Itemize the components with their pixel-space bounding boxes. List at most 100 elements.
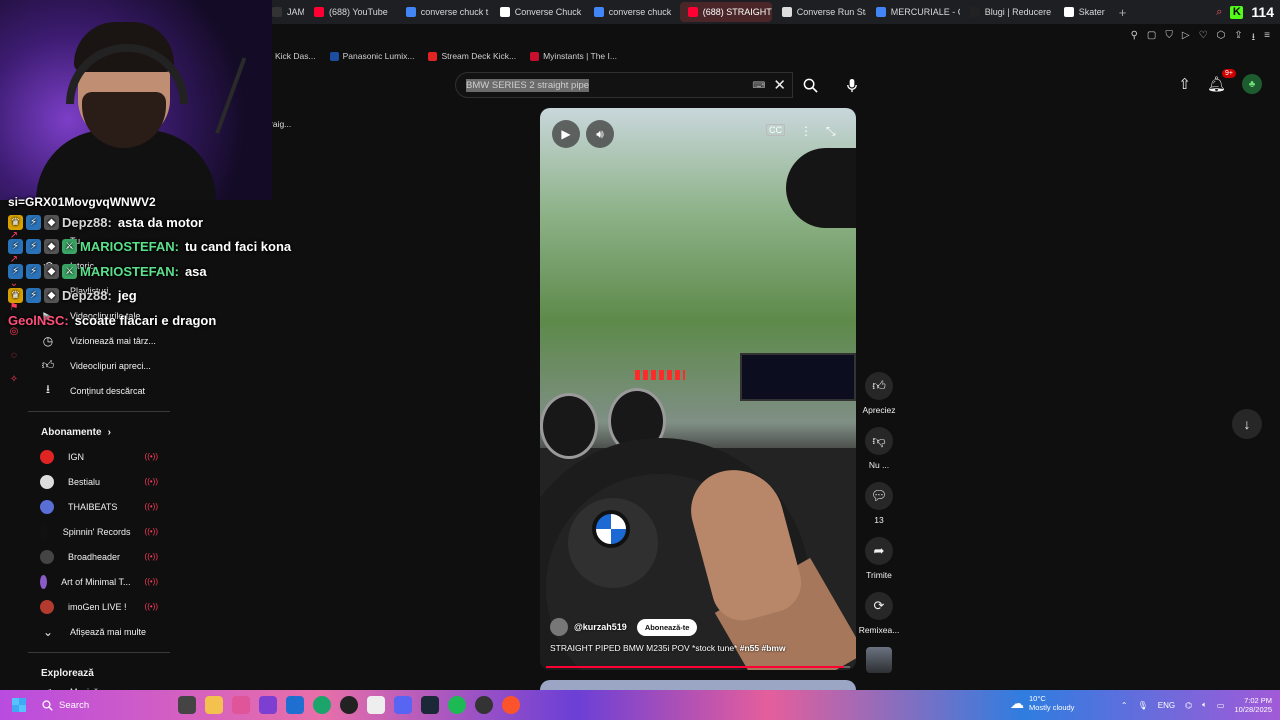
play-button[interactable]: ▶ — [552, 120, 580, 148]
share-label: Trimite — [866, 570, 892, 580]
webcam-overlay — [0, 0, 272, 200]
extensions-icon[interactable]: ⬡ — [1217, 30, 1226, 47]
shorts-player[interactable]: ▶ 🔊︎ CC ⋮ ⤡ @kurzah519 Abonează-te STRAI… — [540, 108, 856, 670]
show-more-button[interactable]: ⌄ Afișează mai multe — [28, 619, 178, 644]
steam-icon[interactable] — [421, 696, 439, 714]
battery-icon[interactable]: ▭ — [1217, 701, 1225, 710]
new-tab-icon[interactable]: + — [1119, 5, 1127, 20]
video-title[interactable]: STRAIGHT PIPED BMW M235i POV *stock tune… — [550, 643, 786, 653]
channel-avatar — [40, 474, 54, 489]
chat-message: ⚡ ⚡ ◆ ⚔ MARIOSTEFAN: asa — [8, 259, 291, 284]
shield-icon[interactable]: ⛉ — [1165, 30, 1173, 47]
subscriptions-header[interactable]: Abonamente › — [28, 420, 178, 444]
language-indicator[interactable]: ENG — [1158, 701, 1175, 710]
subscription-item[interactable]: Art of Minimal T... ((•)) — [28, 569, 178, 594]
file-explorer-icon[interactable] — [205, 696, 223, 714]
browser-tab[interactable]: converse chuck t — [398, 2, 490, 22]
app-icon-pink[interactable] — [232, 696, 250, 714]
chat-username: Depz88: — [62, 214, 112, 230]
sidebar-item[interactable]: 👍︎ Videoclipuri apreci... — [28, 353, 178, 378]
avatar[interactable]: ♣ — [1242, 74, 1262, 94]
more-options-icon[interactable]: ⋮ — [800, 124, 812, 138]
clear-search-icon[interactable]: ✕ — [773, 76, 786, 94]
discord-icon[interactable] — [394, 696, 412, 714]
arrow-down-icon: ↓ — [1243, 416, 1251, 432]
captions-icon[interactable]: CC — [766, 124, 785, 136]
task-view-icon[interactable] — [178, 696, 196, 714]
taskbar-search[interactable]: Search — [42, 700, 172, 711]
search-tabs-icon[interactable]: ⌕ — [1216, 6, 1222, 19]
voice-search-button[interactable] — [839, 72, 865, 98]
browser-tab[interactable]: converse chuck — [586, 2, 678, 22]
clock-icon: ◷ — [42, 333, 54, 348]
browser-tab[interactable]: Skater — [1056, 2, 1113, 22]
comments-button[interactable]: 💬︎ 13 — [858, 482, 900, 537]
pin-icon[interactable]: ⚲ — [1131, 30, 1138, 47]
live-indicator-icon: ((•)) — [144, 452, 158, 461]
browser-tab[interactable]: (688) YouTube — [306, 2, 396, 22]
dislike-button[interactable]: 👎︎ Nu ... — [858, 427, 900, 482]
tray-mic-icon[interactable]: 🎙︎ — [1138, 701, 1148, 710]
bookmark[interactable]: Panasonic Lumix... — [329, 51, 414, 61]
brave-icon[interactable] — [502, 696, 520, 714]
app-icon-dark[interactable] — [475, 696, 493, 714]
subscription-item[interactable]: Broadheader ((•)) — [28, 544, 178, 569]
windows-start-icon[interactable] — [12, 698, 26, 712]
github-icon[interactable] — [340, 696, 358, 714]
vip-badge-icon: ◆ — [44, 288, 59, 304]
chat-message: ♛ ⚡ ◆ Depz88: asta da motor — [8, 210, 291, 235]
outlook-icon[interactable] — [286, 696, 304, 714]
thumbs-down-icon: 👎︎ — [865, 427, 893, 455]
subscription-label: THAIBEATS — [68, 501, 118, 512]
browser-tab[interactable]: (688) STRAIGHT PIPED B — [679, 2, 772, 22]
browser-tab[interactable]: Converse Run Sta — [774, 2, 866, 22]
search-input[interactable]: BMW SERIES 2 straight pipe — [466, 78, 590, 92]
tab-favicon-icon — [1063, 7, 1074, 17]
edge-icon[interactable] — [313, 696, 331, 714]
progress-bar[interactable] — [546, 666, 850, 668]
bookmark[interactable]: Stream Deck Kick... — [428, 51, 516, 61]
capture-icon[interactable]: ▢ — [1147, 30, 1156, 47]
channel-avatar — [40, 524, 49, 539]
subscription-item[interactable]: IGN ((•)) — [28, 444, 178, 469]
upload-icon[interactable]: ⇧ — [1178, 75, 1191, 93]
browser-tab[interactable]: MERCURIALE - C — [868, 2, 960, 22]
heart-icon[interactable]: ♡ — [1199, 30, 1208, 47]
like-button[interactable]: 👍︎ Apreciez — [858, 372, 900, 427]
play-icon[interactable]: ▷ — [1182, 30, 1190, 47]
download-icon[interactable]: ⭳ — [1252, 30, 1256, 47]
sidebar-item[interactable]: ⭳ Conținut descărcat — [28, 378, 178, 403]
store-icon[interactable] — [367, 696, 385, 714]
browser-tab[interactable]: Converse Chuck — [492, 2, 584, 22]
app-icon-purple[interactable] — [259, 696, 277, 714]
tray-chevron-icon[interactable]: ⌃ — [1121, 701, 1128, 710]
rail-icon-7[interactable]: ✧ — [4, 374, 24, 398]
share-button[interactable]: ➦ Trimite — [858, 537, 900, 592]
fullscreen-icon[interactable]: ⤡ — [826, 124, 836, 139]
subscription-item[interactable]: Bestialu ((•)) — [28, 469, 178, 494]
bookmark[interactable]: Myinstants | The I... — [530, 51, 617, 61]
clock[interactable]: 7:02 PM 10/28/2025 — [1234, 696, 1272, 714]
video-hashtags[interactable]: #n55 #bmw — [740, 643, 786, 653]
share-icon[interactable]: ⇪ — [1234, 30, 1242, 47]
rail-icon-6[interactable]: ◌ — [4, 350, 24, 374]
notifications-button[interactable]: 🔔︎ 9+ — [1207, 69, 1236, 93]
spotify-icon[interactable] — [448, 696, 466, 714]
browser-tab[interactable]: Blugi | Reducere — [962, 2, 1054, 22]
speaker-icon[interactable]: 🔈︎ — [1202, 700, 1207, 710]
weather-widget[interactable]: ☁ 10°C Mostly cloudy — [1010, 694, 1074, 712]
search-button[interactable] — [793, 72, 827, 98]
channel-avatar[interactable] — [550, 618, 568, 636]
keyboard-icon[interactable]: ⌨ — [752, 80, 765, 91]
subscription-item[interactable]: imoGen LIVE ! ((•)) — [28, 594, 178, 619]
next-short-button[interactable]: ↓ — [1232, 409, 1262, 439]
network-icon[interactable]: ⌬ — [1185, 701, 1192, 710]
remix-button[interactable]: ⟳ Remixea... — [858, 592, 900, 647]
subscription-item[interactable]: Spinnin' Records ((•)) — [28, 519, 178, 544]
search-box[interactable]: BMW SERIES 2 straight pipe ⌨ ✕ — [455, 72, 793, 98]
volume-button[interactable]: 🔊︎ — [586, 120, 614, 148]
subscribe-button[interactable]: Abonează-te — [636, 618, 698, 636]
menu-icon[interactable]: ≡ — [1264, 30, 1270, 47]
channel-name[interactable]: @kurzah519 — [574, 622, 627, 632]
subscription-item[interactable]: THAIBEATS ((•)) — [28, 494, 178, 519]
